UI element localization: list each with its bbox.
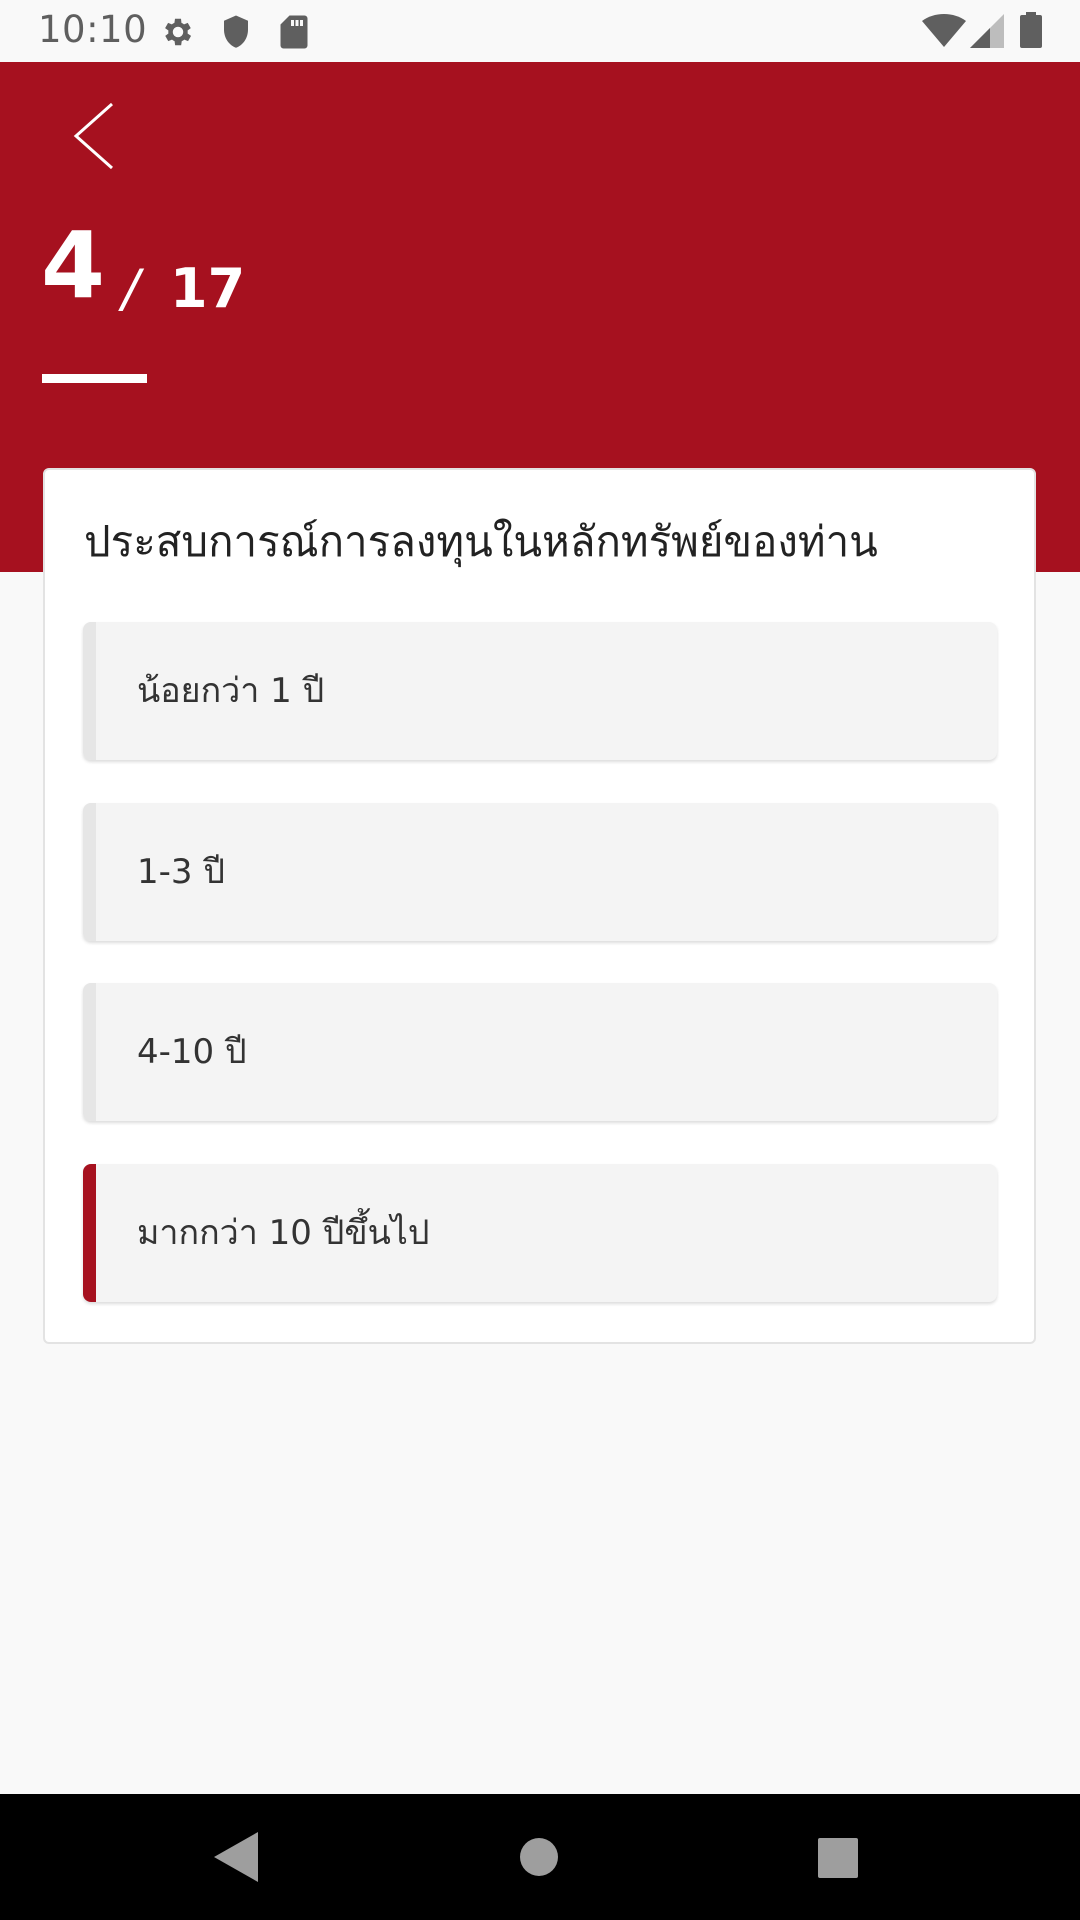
nav-home-icon[interactable] (520, 1838, 558, 1876)
option-1-3-years[interactable]: 1-3 ปี (83, 803, 997, 941)
option-accent-bar (83, 803, 96, 941)
status-time: 10:10 (38, 8, 148, 51)
status-bar: 10:10 (0, 0, 1080, 62)
cell-signal-icon (970, 14, 1004, 48)
battery-icon (1020, 12, 1042, 48)
question-title: ประสบการณ์การลงทุนในหลักทรัพย์ของท่าน (84, 517, 878, 566)
wifi-icon (922, 14, 966, 47)
nav-recents-icon[interactable] (818, 1838, 858, 1878)
option-label: 4-10 ปี (137, 1032, 247, 1072)
step-current: 4 (41, 212, 106, 319)
option-label: 1-3 ปี (137, 852, 225, 892)
sd-card-icon (280, 15, 308, 49)
option-label: น้อยกว่า 1 ปี (137, 671, 325, 711)
shield-icon (224, 15, 248, 48)
option-label: มากกว่า 10 ปีขึ้นไป (137, 1213, 430, 1253)
step-total: 17 (170, 257, 246, 320)
back-chevron-icon[interactable] (62, 96, 126, 176)
nav-back-icon[interactable] (214, 1832, 258, 1882)
option-accent-bar-selected (83, 1164, 96, 1302)
step-separator: / (122, 259, 140, 319)
option-more-than-10-years[interactable]: มากกว่า 10 ปีขึ้นไป (83, 1164, 997, 1302)
option-accent-bar (83, 622, 96, 760)
gear-icon (165, 18, 192, 46)
progress-underline (42, 374, 147, 383)
option-4-10-years[interactable]: 4-10 ปี (83, 983, 997, 1121)
option-accent-bar (83, 983, 96, 1121)
option-less-than-1-year[interactable]: น้อยกว่า 1 ปี (83, 622, 997, 760)
